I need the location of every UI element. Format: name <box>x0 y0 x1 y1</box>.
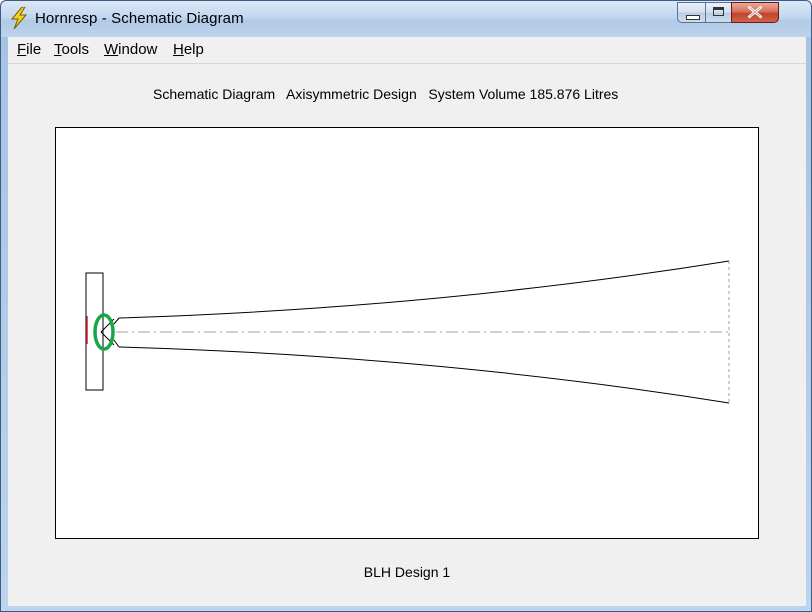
menu-help-key: H <box>173 41 184 58</box>
minimize-icon <box>686 15 700 20</box>
schematic-drawing <box>85 260 730 404</box>
menu-tools[interactable]: Tools <box>54 41 89 58</box>
menu-bar: File Tools Window Help <box>8 37 806 64</box>
horn-upper-wall <box>118 260 730 319</box>
maximize-button[interactable] <box>705 2 732 23</box>
menu-file-key: F <box>17 41 27 58</box>
menu-file-label: ile <box>26 41 42 58</box>
menu-tools-label: ools <box>61 41 90 58</box>
menu-window-label: indow <box>118 41 158 58</box>
close-icon <box>747 5 763 19</box>
maximize-icon <box>713 7 724 16</box>
throat-bottom <box>113 339 120 348</box>
schematic-panel <box>55 127 759 539</box>
design-name: BLH Design 1 <box>363 564 451 580</box>
throat-top <box>113 317 120 325</box>
menu-tools-key: T <box>54 41 62 58</box>
driver-ring <box>93 313 115 351</box>
menu-window-key: W <box>104 41 119 58</box>
lightning-bolt-icon <box>10 7 28 29</box>
diagram-heading: Schematic Diagram Axisymmetric Design Sy… <box>153 86 619 102</box>
close-button[interactable] <box>731 2 779 23</box>
menu-window[interactable]: Window <box>104 41 157 58</box>
menu-file[interactable]: File <box>17 41 41 58</box>
minimize-button[interactable] <box>677 2 706 23</box>
horn-lower-wall <box>118 346 730 404</box>
window-title: Hornresp - Schematic Diagram <box>35 10 244 27</box>
menu-help-label: elp <box>183 41 204 58</box>
menu-help[interactable]: Help <box>173 41 204 58</box>
title-bar[interactable]: Hornresp - Schematic Diagram <box>1 1 811 37</box>
client-area: Schematic Diagram Axisymmetric Design Sy… <box>8 64 806 606</box>
application-window: Hornresp - Schematic Diagram File Tools … <box>0 0 812 612</box>
